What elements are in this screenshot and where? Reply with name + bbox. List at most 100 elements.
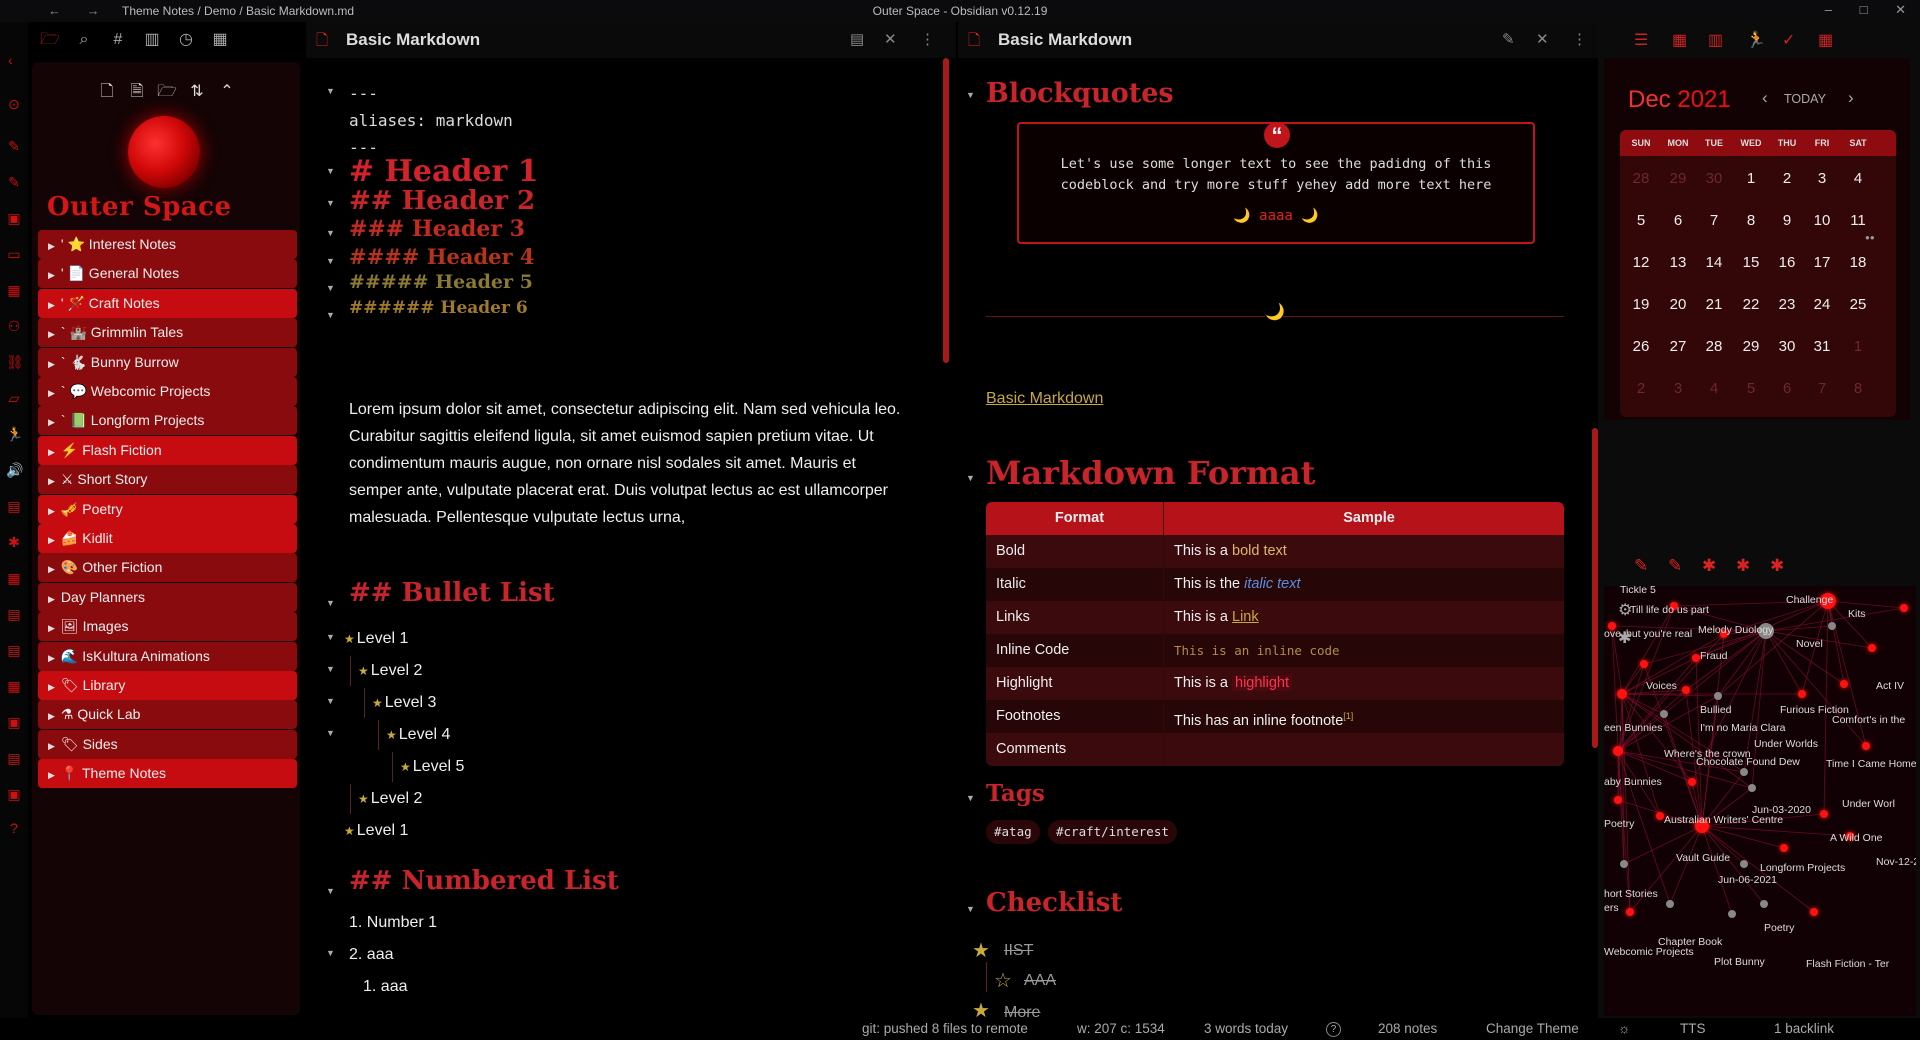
calendar-day[interactable]: 14 [1696, 254, 1732, 271]
fold-arrow-icon[interactable]: ▼ [326, 228, 335, 238]
folder-item[interactable]: ▶ ⚔ Short Story [38, 465, 297, 495]
previous-month-icon[interactable]: ‹ [1762, 88, 1768, 108]
graph-view[interactable]: Tickle 5 Challenge Till life do us part Kit… [1604, 586, 1916, 1016]
folder-expand-icon[interactable]: ▶ [48, 417, 55, 427]
graph-animate-icon[interactable]: ✱ [1618, 628, 1631, 648]
change-theme-button[interactable]: Change Theme [1486, 1021, 1579, 1036]
calendar-day[interactable]: 27 [1660, 338, 1696, 355]
folder-item[interactable]: ▶ 🍰 Kidlit [38, 524, 297, 553]
graph-star-icon[interactable]: ✱ [1702, 556, 1716, 576]
folder-item[interactable]: ▶ ` 📗 Longform Projects [38, 406, 297, 436]
stack-icon[interactable]: ▤ [6, 642, 22, 658]
calendar-day[interactable]: 7 [1804, 380, 1840, 397]
document-icon[interactable]: ▤ [6, 606, 22, 622]
calendar-day[interactable]: 26 [1623, 338, 1659, 355]
graph-pen-icon[interactable]: ✎ [1634, 556, 1648, 576]
fold-arrow-icon[interactable]: ▼ [326, 696, 335, 706]
fold-arrow-icon[interactable]: ▼ [326, 948, 335, 958]
folder-item[interactable]: ▶ 🖼 Images [38, 612, 297, 642]
folder-item[interactable]: ▶ 🌊 IsKultura Animations [38, 641, 297, 671]
chart-icon[interactable]: ▥ [1708, 30, 1723, 50]
folder-expand-icon[interactable]: ▶ [48, 564, 55, 574]
calendar-day[interactable]: 28 [1623, 170, 1659, 187]
sun-icon[interactable]: ☼ [1618, 1021, 1630, 1036]
folder-expand-icon[interactable]: ▶ [48, 476, 55, 486]
graph-node[interactable] [1798, 690, 1806, 698]
graph-brush-icon[interactable]: ✎ [1668, 556, 1682, 576]
bookmark-icon[interactable]: ▥ [140, 28, 164, 52]
backlink-count[interactable]: 1 backlink [1774, 1021, 1834, 1036]
calendar-day[interactable]: 28 [1696, 338, 1732, 355]
graph-node[interactable] [1614, 796, 1622, 804]
calendar-day[interactable]: 8 [1733, 212, 1769, 229]
calendar-day[interactable]: 3 [1660, 380, 1696, 397]
graph-node[interactable] [1780, 844, 1788, 852]
graph-node[interactable] [1613, 746, 1623, 756]
template-icon[interactable]: ▱ [6, 390, 22, 406]
calendar-day[interactable]: 17 [1804, 254, 1840, 271]
folder-expand-icon[interactable]: ▶ [48, 506, 55, 516]
fold-arrow-icon[interactable]: ▼ [966, 793, 975, 803]
folder-expand-icon[interactable]: ▶ [48, 594, 55, 604]
help-icon[interactable]: ? [1326, 1022, 1341, 1037]
more-options-icon[interactable]: ⋮ [1572, 30, 1587, 48]
calendar-day[interactable]: 19 [1623, 296, 1659, 313]
calendar-day[interactable]: 23 [1769, 296, 1805, 313]
network-icon[interactable]: ✱ [6, 534, 22, 550]
calendar-day[interactable]: 30 [1769, 338, 1805, 355]
scrollbar[interactable] [943, 58, 949, 363]
collapse-left-icon[interactable]: ‹ [8, 52, 13, 68]
slides-icon[interactable]: ▭ [6, 246, 22, 262]
graph-node[interactable] [1748, 784, 1756, 792]
widget-icon[interactable]: ▣ [6, 714, 22, 730]
fold-arrow-icon[interactable]: ▼ [326, 283, 335, 293]
fold-arrow-icon[interactable]: ▼ [326, 728, 335, 738]
calendar-day[interactable]: 9 [1769, 212, 1805, 229]
graph-node[interactable] [1620, 860, 1628, 868]
fold-arrow-icon[interactable]: ▼ [326, 632, 335, 642]
folder-item[interactable]: ▶ ⚗ Quick Lab [38, 700, 297, 730]
sort-icon[interactable]: ⇅ [182, 81, 212, 101]
folder-item[interactable]: ▶ 📍 Theme Notes [38, 759, 297, 789]
calendar-icon[interactable]: ▦ [6, 282, 22, 298]
calendar-day[interactable]: 7 [1696, 212, 1732, 229]
folder-item[interactable]: ▶ ` 🐇 Bunny Burrow [38, 347, 297, 377]
folder-expand-icon[interactable]: ▶ [48, 682, 55, 692]
fold-arrow-icon[interactable]: ▼ [326, 86, 335, 96]
graph-node[interactable] [1692, 654, 1700, 662]
graph-node[interactable] [1728, 910, 1736, 918]
graph-node[interactable] [1840, 680, 1848, 688]
folder-expand-icon[interactable]: ▶ [48, 770, 55, 780]
folder-item[interactable]: ▶ ` 💬 Webcomic Projects [38, 377, 297, 406]
calendar-day[interactable]: 4 [1696, 380, 1732, 397]
calendar-day[interactable]: 20 [1660, 296, 1696, 313]
graph-node[interactable] [1617, 689, 1627, 699]
calendar-day[interactable]: 6 [1660, 212, 1696, 229]
tag-icon[interactable]: # [106, 28, 130, 52]
reading-view-icon[interactable]: ▤ [850, 30, 864, 48]
fold-arrow-icon[interactable]: ▼ [326, 166, 335, 176]
close-pane-icon[interactable]: ✕ [884, 30, 897, 48]
checkmark-icon[interactable]: ✓ [1782, 30, 1795, 50]
fold-arrow-icon[interactable]: ▼ [326, 886, 335, 896]
fold-arrow-icon[interactable]: ▼ [326, 256, 335, 266]
fold-arrow-icon[interactable]: ▼ [326, 198, 335, 208]
folder-expand-icon[interactable]: ▶ [48, 300, 55, 310]
calendar-day[interactable]: 18 [1840, 254, 1876, 271]
folder-item[interactable]: ▶ ` 🏰 Grimmlin Tales [38, 318, 297, 348]
calendar-day[interactable]: 24 [1804, 296, 1840, 313]
folder-expand-icon[interactable]: ▶ [48, 241, 55, 251]
close-window-icon[interactable]: ✕ [1895, 2, 1906, 17]
graph-node[interactable] [1900, 604, 1908, 612]
calendar-day[interactable]: 29 [1660, 170, 1696, 187]
runner-icon[interactable]: 🏃 [1746, 30, 1766, 50]
checked-star-icon[interactable]: ★ [972, 998, 990, 1020]
today-button[interactable]: TODAY [1784, 92, 1826, 106]
calendar-day[interactable]: 12 [1623, 254, 1659, 271]
graph-node[interactable] [1828, 622, 1836, 630]
folder-item[interactable]: ▶ 🏷 Library [38, 671, 297, 700]
recent-icon[interactable]: ◷ [174, 28, 198, 52]
graph-node[interactable] [1862, 742, 1870, 750]
link-icon[interactable]: ⛓ [6, 354, 24, 370]
graph-node[interactable] [1660, 710, 1668, 718]
